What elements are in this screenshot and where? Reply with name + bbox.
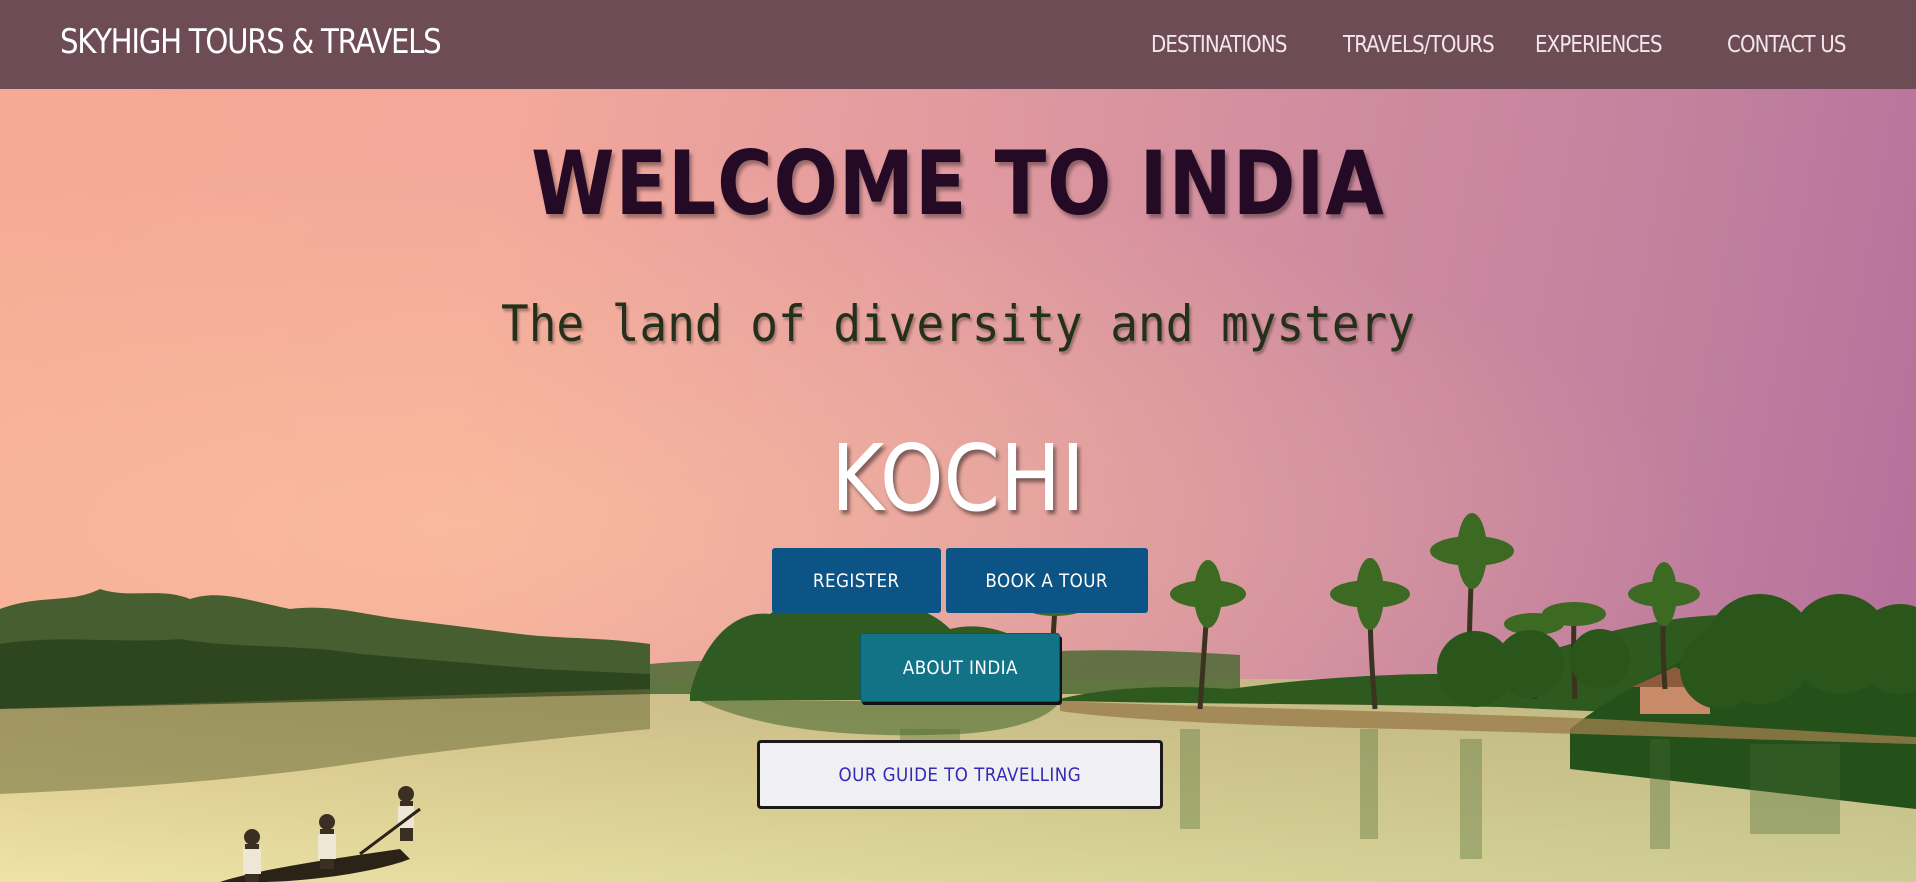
brand-logo[interactable]: SKYHIGH TOURS & TRAVELS [60,22,442,62]
hero-title: WELCOME TO INDIA [531,132,1385,235]
nav-item-contact-us[interactable]: CONTACT US [1727,32,1846,58]
hero-subtitle: The land of diversity and mystery [501,295,1415,353]
nav-item-travels-tours[interactable]: TRAVELS/TOURS [1343,32,1495,58]
hero-city-name: KOCHI [831,425,1085,532]
travel-guide-button-label: OUR GUIDE TO TRAVELLING [838,763,1082,786]
page: SKYHIGH TOURS & TRAVELS DESTINATIONS TRA… [0,0,1916,882]
register-button[interactable]: REGISTER [772,548,941,613]
register-button-label: REGISTER [813,569,900,592]
about-india-button[interactable]: ABOUT INDIA [860,633,1060,702]
about-india-button-label: ABOUT INDIA [902,656,1018,679]
nav-item-destinations[interactable]: DESTINATIONS [1151,32,1287,58]
nav-item-experiences[interactable]: EXPERIENCES [1535,32,1663,58]
travel-guide-button[interactable]: OUR GUIDE TO TRAVELLING [757,740,1163,809]
book-tour-button-label: BOOK A TOUR [985,569,1109,592]
book-tour-button[interactable]: BOOK A TOUR [946,548,1148,613]
top-navbar: SKYHIGH TOURS & TRAVELS DESTINATIONS TRA… [0,0,1916,89]
